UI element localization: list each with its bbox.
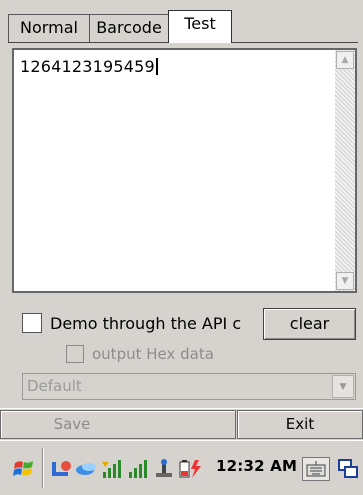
usb-sync-icon[interactable] — [48, 457, 74, 481]
start-icon[interactable] — [10, 457, 38, 481]
mode-select-dropdown-button[interactable]: ▼ — [332, 375, 354, 398]
output-hex-label: output Hex data — [92, 345, 214, 363]
output-text-content: 1264123195459 — [20, 58, 158, 76]
output-hex-checkbox[interactable] — [66, 345, 84, 363]
scroll-up-button[interactable]: ▲ — [336, 51, 354, 69]
scroll-down-button[interactable]: ▼ — [336, 272, 354, 290]
demo-api-checkbox[interactable] — [22, 313, 42, 333]
switch-windows-icon[interactable] — [335, 457, 361, 481]
tab-barcode[interactable]: Barcode — [89, 14, 169, 42]
tab-test[interactable]: Test — [168, 10, 232, 43]
scroll-down-arrow-icon: ▼ — [341, 276, 349, 286]
text-caret — [155, 58, 158, 75]
mode-select-value: Default — [27, 377, 82, 395]
save-menu-button[interactable]: Save — [0, 410, 236, 439]
clock[interactable]: 12:32 AM — [216, 457, 297, 475]
mode-select[interactable]: Default ▼ — [22, 373, 356, 400]
demo-api-label: Demo through the API c — [50, 314, 242, 333]
clear-button[interactable]: clear — [263, 308, 356, 340]
signal-strength-icon[interactable] — [100, 457, 126, 481]
keyboard-icon[interactable] — [302, 457, 330, 481]
exit-menu-button[interactable]: Exit — [237, 410, 363, 439]
save-label: Save — [53, 415, 91, 433]
output-text: 1264123195459 — [20, 57, 155, 76]
signal-bars-icon[interactable] — [126, 457, 150, 481]
network-icon[interactable] — [74, 457, 100, 481]
taskbar-separator — [42, 448, 44, 488]
tab-normal[interactable]: Normal — [8, 14, 90, 42]
scroll-up-arrow-icon: ▲ — [341, 55, 349, 65]
output-textarea[interactable]: 1264123195459 ▲ ▼ — [12, 48, 357, 293]
connection-icon[interactable] — [152, 457, 176, 481]
vertical-scrollbar[interactable]: ▲ ▼ — [335, 50, 355, 291]
battery-charging-icon[interactable] — [176, 457, 206, 481]
chevron-down-icon: ▼ — [339, 381, 347, 392]
